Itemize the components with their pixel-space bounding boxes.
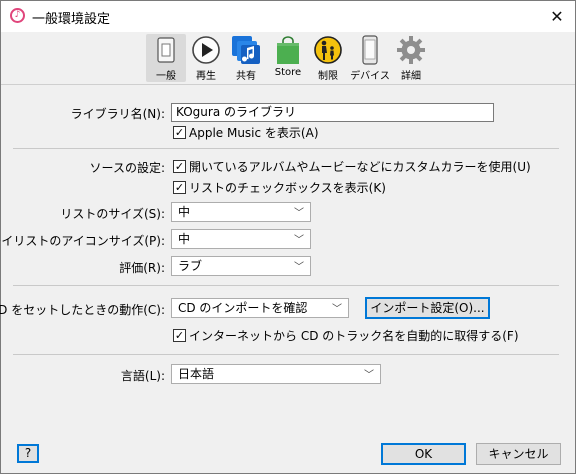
device-icon [362, 35, 378, 65]
library-name-input[interactable]: KOgura のライブラリ [171, 103, 494, 122]
general-icon [157, 37, 175, 63]
language-select[interactable]: 日本語 ﹀ [171, 364, 381, 384]
tab-restrictions[interactable]: 制限 [308, 34, 348, 82]
section-divider [13, 148, 559, 149]
library-name-label: ライブラリ名(N): [70, 107, 165, 121]
tab-sharing[interactable]: 共有 [226, 34, 266, 82]
help-button[interactable]: ? [17, 444, 39, 463]
check-mark-icon: ✓ [173, 126, 186, 139]
itunes-icon: ♪ [10, 8, 25, 23]
chevron-down-icon: ﹀ [332, 304, 342, 315]
check-mark-icon: ✓ [173, 181, 186, 194]
close-button[interactable]: ✕ [539, 1, 575, 32]
playlist-icon-size-label: プレイリストのアイコンサイズ(P): [0, 234, 165, 248]
source-settings-label: ソースの設定: [89, 161, 165, 175]
rating-select[interactable]: ラブ ﹀ [171, 256, 311, 276]
store-bag-icon [277, 36, 299, 64]
chevron-down-icon: ﹀ [364, 370, 374, 381]
tab-label: 詳細 [401, 71, 421, 82]
window-title: 一般環境設定 [32, 12, 111, 27]
ok-button[interactable]: OK [381, 443, 466, 465]
preferences-toolbar: 一般 再生 共有 Store 制限 デバイス 詳細 [1, 32, 575, 84]
tab-advanced[interactable]: 詳細 [391, 34, 431, 82]
check-mark-icon: ✓ [173, 160, 186, 173]
playlist-icon-size-select[interactable]: 中 ﹀ [171, 229, 311, 249]
section-divider [13, 285, 559, 286]
preferences-window: ♪ 一般環境設定 ✕ 一般 再生 共有 Store 制限 デバイス 詳細 ライブ… [0, 0, 576, 474]
import-settings-button[interactable]: インポート設定(O)... [365, 297, 490, 319]
gear-icon [397, 36, 425, 64]
tab-devices[interactable]: デバイス [350, 34, 390, 82]
cancel-button[interactable]: キャンセル [476, 443, 561, 465]
cd-action-label: CD をセットしたときの動作(C): [0, 303, 165, 317]
cd-action-select[interactable]: CD のインポートを確認 ﹀ [171, 298, 349, 318]
toolbar-divider [1, 84, 575, 85]
language-label: 言語(L): [120, 369, 165, 383]
music-share-icon [232, 36, 260, 64]
parental-icon [314, 36, 342, 64]
chevron-down-icon: ﹀ [294, 208, 304, 219]
play-icon [192, 36, 220, 64]
list-size-label: リストのサイズ(S): [60, 207, 165, 221]
chevron-down-icon: ﹀ [294, 235, 304, 246]
rating-label: 評価(R): [119, 261, 165, 275]
title-bar: ♪ 一般環境設定 ✕ [1, 1, 575, 32]
list-size-select[interactable]: 中 ﹀ [171, 202, 311, 222]
chevron-down-icon: ﹀ [294, 262, 304, 273]
check-mark-icon: ✓ [173, 329, 186, 342]
section-divider [13, 354, 559, 355]
